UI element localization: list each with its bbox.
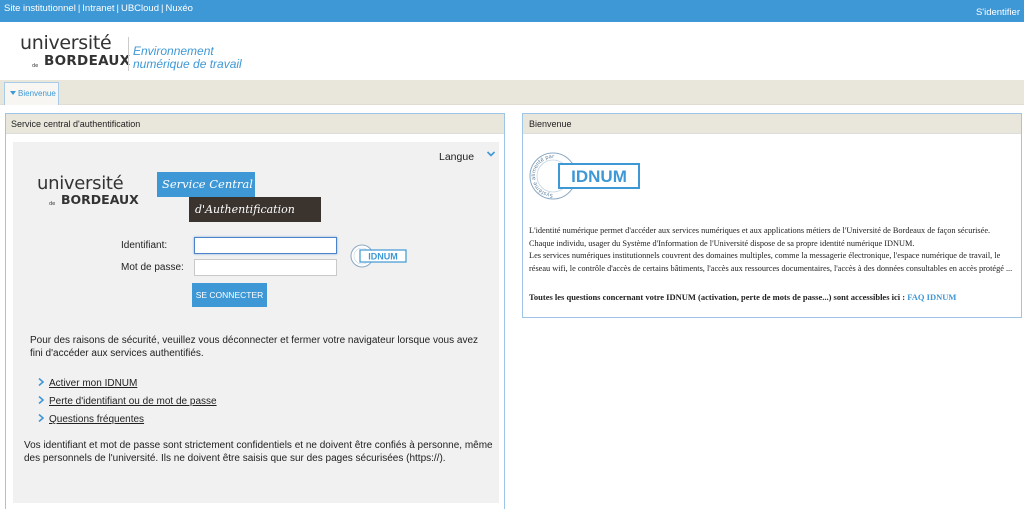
cas-university-logo: université de BORDEAUX — [37, 173, 139, 208]
identifiant-input[interactable] — [194, 237, 337, 254]
separator: | — [161, 3, 164, 14]
cas-logo-de: de — [49, 201, 56, 207]
login-link[interactable]: S'identifier — [976, 7, 1020, 18]
cas-logo-universite: université — [37, 173, 124, 194]
welcome-panel-title: Bienvenue — [523, 114, 1021, 134]
logo-divider — [128, 37, 129, 71]
logo-text-bordeaux: de BORDEAUX — [32, 53, 131, 69]
password-label: Mot de passe: — [121, 262, 184, 273]
header: université de BORDEAUX Environnement numé… — [0, 22, 1024, 80]
tab-label: Bienvenue — [18, 89, 56, 98]
top-bar: Site institutionnel | Intranet | UBCloud | Nux… — [0, 0, 1024, 22]
password-input[interactable] — [194, 259, 337, 276]
link-site-institutionnel[interactable]: Site institutionnel — [4, 3, 76, 14]
logo-text-de: de — [32, 63, 39, 69]
security-notice: Pour des raisons de sécurité, veuillez v… — [30, 335, 479, 359]
link-nuxeo[interactable]: Nuxéo — [165, 3, 192, 14]
ent-title-line2: numérique de travail — [133, 57, 242, 71]
nav-bar: Bienvenue — [0, 80, 1024, 105]
link-intranet[interactable]: Intranet — [82, 3, 114, 14]
ent-title: Environnement numérique de travail — [133, 45, 242, 71]
auth-panel: Service central d'authentification Langu… — [5, 113, 505, 509]
chevron-down-icon[interactable] — [486, 150, 496, 158]
confidentiality-notice: Vos identifiant et mot de passe sont str… — [24, 440, 493, 464]
idnum-badge-icon: IDNUM — [350, 244, 407, 268]
auth-panel-title: Service central d'authentification — [6, 114, 504, 134]
welcome-line-1: L'identité numérique permet d'accéder au… — [529, 226, 991, 235]
login-button[interactable]: SE CONNECTER — [192, 283, 267, 307]
link-ubcloud[interactable]: UBCloud — [121, 3, 159, 14]
cas-logo-bordeaux: de BORDEAUX — [49, 192, 139, 208]
identifiant-label: Identifiant: — [121, 240, 168, 251]
separator: | — [77, 3, 81, 14]
university-logo[interactable]: université de BORDEAUX — [20, 32, 131, 70]
tab-bienvenue[interactable]: Bienvenue — [4, 82, 59, 105]
cas-logo-bordeaux-word: BORDEAUX — [61, 192, 139, 207]
link-questions-frequentes[interactable]: Questions fréquentes — [49, 414, 144, 425]
chevron-right-icon — [38, 395, 45, 405]
faq-line: Toutes les questions concernant votre ID… — [529, 292, 1019, 302]
top-links: Site institutionnel | Intranet | UBCloud | Nux… — [4, 3, 193, 14]
link-perte-identifiant[interactable]: Perte d'identifiant ou de mot de passe — [49, 396, 217, 407]
welcome-line-3: Les services numériques institutionnels … — [529, 251, 1013, 273]
badge-big-text: IDNUM — [571, 167, 627, 186]
caret-down-icon — [10, 91, 16, 95]
logo-text-bordeaux-word: BORDEAUX — [44, 53, 131, 69]
service-central-banner: Service Central — [157, 172, 255, 197]
welcome-text: L'identité numérique permet d'accéder au… — [529, 225, 1019, 275]
welcome-line-2: Chaque individu, usager du Système d'Inf… — [529, 238, 915, 248]
separator: | — [116, 3, 119, 14]
chevron-right-icon — [38, 377, 45, 387]
faq-text: Toutes les questions concernant votre ID… — [529, 292, 906, 302]
badge-small-text: IDNUM — [368, 252, 398, 262]
authentification-banner: d'Authentification — [189, 197, 321, 222]
idnum-logo-icon: Système alimenté par IDNUM — [529, 152, 640, 200]
chevron-right-icon — [38, 413, 45, 423]
faq-idnum-link[interactable]: FAQ IDNUM — [907, 292, 956, 302]
welcome-panel: Bienvenue Système alimenté par IDNUM L'i… — [522, 113, 1022, 318]
language-select[interactable]: Langue — [439, 151, 474, 163]
link-activer-idnum[interactable]: Activer mon IDNUM — [49, 378, 137, 389]
logo-text-universite: université — [20, 32, 112, 54]
cas-login-box: Langue université de BORDEAUX Service Cen… — [13, 142, 499, 503]
